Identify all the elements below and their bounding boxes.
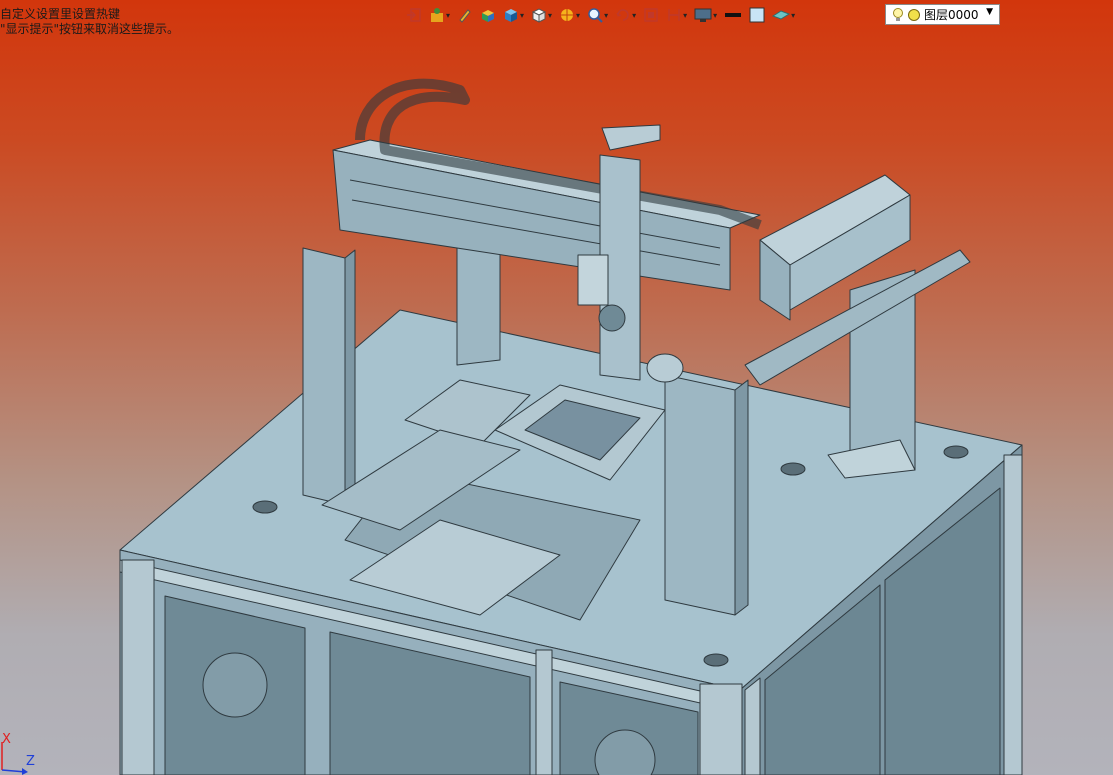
line-color-button[interactable] bbox=[722, 4, 744, 26]
pillar-left-front bbox=[302, 247, 346, 506]
line-color-icon bbox=[725, 13, 742, 17]
fill-color-button[interactable] bbox=[747, 4, 767, 26]
layer-value: 图层0000 bbox=[924, 8, 979, 22]
shading-button[interactable] bbox=[478, 4, 498, 26]
z-axis-cylinder bbox=[577, 254, 609, 306]
sectional-view-icon bbox=[668, 9, 680, 21]
render-sphere-button[interactable]: ▾ bbox=[557, 4, 582, 26]
top-toolbar: ▾ ▾ ▾ ▾ ▾ ▾ ▾ ▾ ▾ bbox=[404, 4, 800, 26]
cad-viewport[interactable] bbox=[0, 0, 1113, 775]
fill-color-icon bbox=[749, 7, 765, 23]
sketch-pencil-button[interactable] bbox=[455, 4, 475, 26]
fit-icon bbox=[644, 8, 658, 22]
display-monitor-icon bbox=[694, 8, 712, 22]
table-hole-4 bbox=[943, 445, 969, 459]
wireframe-cube-icon bbox=[531, 8, 547, 23]
table-hole-3 bbox=[780, 462, 806, 476]
frame-post-mid bbox=[535, 649, 553, 775]
frame-post-right-corner bbox=[1003, 454, 1023, 775]
axis-z-label: Z bbox=[26, 754, 35, 769]
display-monitor-button[interactable]: ▾ bbox=[692, 4, 719, 26]
z-axis-nozzle bbox=[598, 304, 626, 332]
exit-sketch-button[interactable] bbox=[404, 4, 424, 26]
render-sphere-icon bbox=[561, 9, 574, 21]
pillar-rear-left bbox=[456, 234, 501, 366]
z-axis-top-bracket bbox=[601, 124, 661, 151]
sketch-pencil-icon bbox=[459, 9, 471, 23]
panel-hole-left bbox=[202, 652, 268, 718]
wireframe-cube-button[interactable]: ▾ bbox=[529, 4, 554, 26]
frame-post-corner bbox=[699, 683, 743, 775]
normal-view-icon bbox=[431, 8, 443, 22]
isometric-cube-icon bbox=[505, 9, 518, 22]
rotate-icon bbox=[616, 9, 629, 21]
zoom-icon bbox=[588, 8, 603, 23]
layer-visible-icon bbox=[908, 8, 920, 21]
material-icon bbox=[772, 10, 791, 20]
sectional-view-button[interactable]: ▾ bbox=[664, 4, 689, 26]
frame-post-left bbox=[121, 559, 155, 775]
gripper-ring bbox=[646, 353, 684, 383]
light-icon bbox=[893, 7, 903, 21]
right-frame-post bbox=[744, 677, 761, 775]
pillar-right-side bbox=[734, 379, 749, 616]
table-hole-1 bbox=[252, 500, 278, 514]
fit-button[interactable] bbox=[641, 4, 661, 26]
pillar-left-side bbox=[344, 249, 356, 506]
layer-select[interactable]: 图层0000 ▼ bbox=[885, 4, 1000, 25]
pillar-right-front bbox=[664, 374, 736, 616]
isometric-cube-button[interactable]: ▾ bbox=[501, 4, 526, 26]
material-button[interactable]: ▾ bbox=[770, 4, 797, 26]
axis-x-label: X bbox=[2, 732, 11, 747]
axis-triad: X Z bbox=[0, 730, 60, 775]
chevron-down-icon: ▼ bbox=[986, 7, 993, 17]
exit-sketch-icon bbox=[407, 8, 421, 22]
shading-icon bbox=[482, 10, 495, 22]
rotate-button[interactable]: ▾ bbox=[613, 4, 638, 26]
normal-view-button[interactable]: ▾ bbox=[427, 4, 452, 26]
table-hole-2 bbox=[703, 653, 729, 667]
zoom-button[interactable]: ▾ bbox=[585, 4, 610, 26]
